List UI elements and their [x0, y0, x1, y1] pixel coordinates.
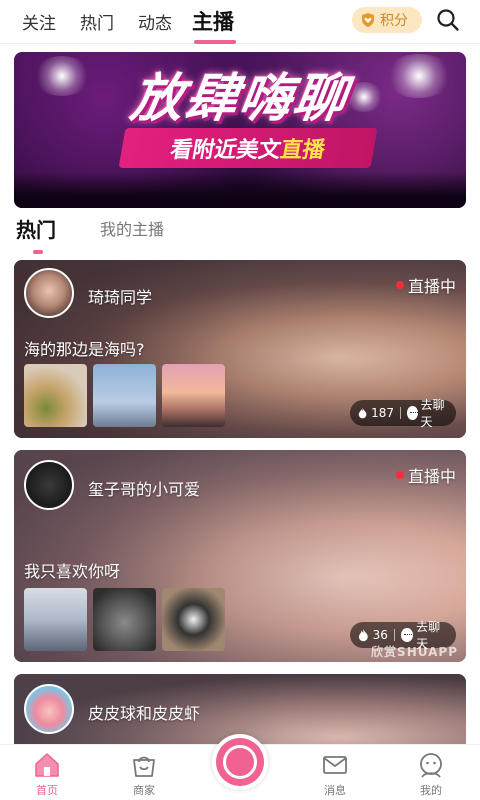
section-tab-my-anchors[interactable]: 我的主播 — [100, 216, 164, 240]
photo-thumbnail[interactable] — [24, 588, 87, 651]
banner-title: 放肆嗨聊 — [126, 69, 352, 129]
tab-profile[interactable]: 我的 — [401, 745, 461, 800]
streamer-name[interactable]: 琦琦同学 — [88, 284, 152, 308]
live-dot-icon — [395, 281, 404, 289]
top-nav: 关注 热门 动态 主播 积分 — [0, 0, 480, 44]
shop-bag-icon — [133, 756, 155, 777]
streamer-name[interactable]: 玺子哥的小可爱 — [88, 476, 200, 500]
section-tab-hot[interactable]: 热门 — [16, 214, 56, 243]
active-tab-indicator — [194, 40, 236, 44]
photo-thumbnail[interactable] — [162, 588, 225, 651]
flame-icon — [358, 628, 368, 642]
tab-messages[interactable]: 消息 — [305, 745, 365, 800]
message-icon — [323, 756, 347, 774]
promo-banner[interactable]: 放肆嗨聊 看附近美文 直播 — [14, 52, 466, 208]
banner-subtitle-highlight: 直播 — [278, 138, 327, 163]
live-label: 直播中 — [407, 467, 456, 486]
live-status: 直播中 — [395, 273, 456, 297]
banner-subtitle: 看附近美文 直播 — [118, 128, 378, 168]
chat-button-label: 去聊天 — [420, 398, 445, 429]
streamer-avatar[interactable] — [24, 268, 74, 318]
search-icon[interactable] — [436, 8, 460, 32]
tab-messages-label: 消息 — [324, 784, 346, 797]
streamer-avatar[interactable] — [24, 460, 74, 510]
tab-home[interactable]: 首页 — [17, 745, 77, 800]
live-camera-icon — [216, 738, 264, 786]
go-live-button[interactable] — [212, 734, 268, 790]
photo-thumbnail[interactable] — [93, 364, 156, 427]
banner-crowd-silhouette — [14, 172, 466, 208]
live-status: 直播中 — [395, 463, 456, 487]
live-dot-icon — [395, 471, 404, 479]
tab-home-label: 首页 — [36, 784, 58, 797]
tab-hot[interactable]: 热门 — [80, 9, 114, 34]
chat-icon — [400, 628, 414, 642]
live-stats[interactable]: 187 去聊天 — [350, 398, 456, 429]
tab-moments[interactable]: 动态 — [138, 9, 172, 34]
tab-shop-label: 商家 — [133, 784, 155, 797]
tab-profile-label: 我的 — [420, 784, 442, 797]
photo-thumbnail[interactable] — [93, 588, 156, 651]
heart-shield-icon — [362, 13, 374, 27]
live-label: 直播中 — [407, 277, 456, 296]
photo-thumbnail[interactable] — [162, 364, 225, 427]
view-count: 36 — [372, 628, 388, 642]
points-button[interactable]: 积分 — [352, 7, 422, 33]
banner-subtitle-text: 看附近美文 — [168, 138, 283, 163]
live-card[interactable]: 玺子哥的小可爱 直播中 我只喜欢你呀 36 去聊天 欣赏SHUAPP — [14, 450, 466, 662]
view-count: 187 — [371, 406, 395, 420]
streamer-name[interactable]: 皮皮球和皮皮虾 — [88, 700, 200, 724]
tab-shop[interactable]: 商家 — [114, 745, 174, 800]
photo-thumbnail[interactable] — [24, 364, 87, 427]
streamer-avatar[interactable] — [24, 684, 74, 734]
tab-anchors[interactable]: 主播 — [192, 6, 234, 36]
chat-icon — [406, 406, 418, 420]
home-icon — [35, 753, 59, 777]
points-label: 积分 — [380, 13, 408, 29]
watermark: 欣赏SHUAPP — [371, 645, 458, 659]
section-tab-indicator — [33, 250, 43, 254]
tab-follow[interactable]: 关注 — [22, 9, 56, 34]
stream-title: 海的那边是海吗? — [24, 340, 145, 359]
profile-icon — [420, 753, 442, 778]
flame-icon — [358, 407, 367, 419]
stream-title: 我只喜欢你呀 — [24, 562, 121, 581]
live-card[interactable]: 琦琦同学 直播中 海的那边是海吗? 187 去聊天 — [14, 260, 466, 438]
